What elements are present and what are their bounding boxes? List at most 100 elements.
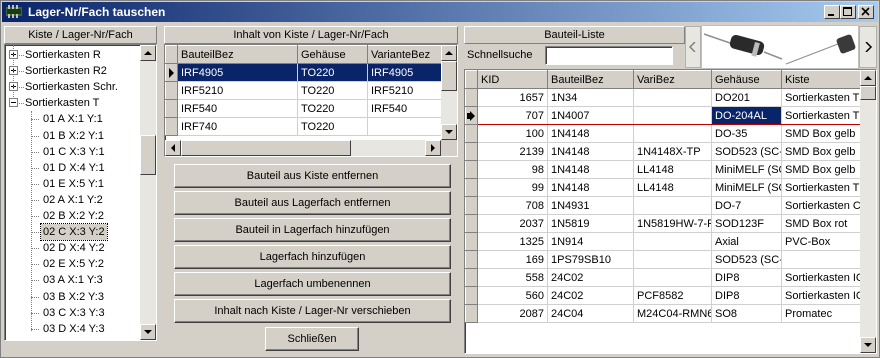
tree-node[interactable]: 03 D X:4 Y:3	[5, 321, 141, 337]
scroll-up-button[interactable]	[441, 45, 457, 61]
table-row[interactable]: 100 1N4148 DO-35 SMD Box gelb	[465, 124, 864, 143]
parts-grid[interactable]: KID BauteilBez VariBez Gehäuse Kiste 1657 1N34…	[464, 69, 877, 354]
table-row[interactable]: 1691PS79SB10 SOD523 (SC-79)	[465, 250, 864, 269]
quick-search-input[interactable]	[545, 46, 673, 65]
tree-node[interactable]: 03 C X:3 Y:3	[5, 305, 141, 321]
row-indicator[interactable]	[465, 124, 478, 143]
tree-node[interactable]: 01 A X:1 Y:1	[5, 111, 141, 127]
scroll-down-button[interactable]	[140, 324, 156, 340]
scroll-right-button[interactable]	[425, 140, 441, 156]
scroll-thumb[interactable]	[860, 86, 876, 100]
tree-node[interactable]: 01 C X:3 Y:1	[5, 144, 141, 160]
tree-vscroll[interactable]	[140, 45, 156, 340]
remove-from-box-button[interactable]: Bauteil aus Kiste entfernen	[174, 164, 451, 188]
column-header[interactable]: KID	[477, 70, 548, 89]
row-indicator[interactable]	[465, 268, 478, 287]
tree-node[interactable]: 01 B X:2 Y:1	[5, 128, 141, 144]
move-content-button[interactable]: Inhalt nach Kiste / Lager-Nr verschieben	[174, 299, 451, 323]
table-row[interactable]: 558 24C02 DIP8 Sortierkasten IC	[465, 268, 864, 287]
scroll-down-button[interactable]	[441, 124, 457, 140]
row-indicator[interactable]	[465, 178, 478, 197]
column-header[interactable]: VarianteBez	[367, 45, 442, 64]
scroll-up-button[interactable]	[860, 70, 876, 86]
tree-node[interactable]: 02 A X:1 Y:2	[5, 192, 141, 208]
tree-connector	[31, 151, 39, 153]
content-hscroll[interactable]	[165, 140, 441, 156]
collapse-icon[interactable]	[9, 98, 18, 108]
tree-node[interactable]: Sortierkasten T	[5, 95, 153, 111]
column-header[interactable]: BauteilBez	[547, 70, 634, 89]
row-indicator[interactable]	[465, 196, 478, 215]
image-prev-button[interactable]	[685, 26, 701, 68]
table-row[interactable]: IRF740 TO220	[165, 117, 442, 136]
tree-node[interactable]: 01 D X:4 Y:1	[5, 160, 141, 176]
tree-node[interactable]: Sortierkasten R2	[5, 63, 153, 79]
table-cell: 2139	[477, 142, 548, 161]
row-indicator[interactable]	[165, 117, 178, 136]
arrow-up-icon	[144, 51, 152, 55]
scroll-left-button[interactable]	[165, 140, 181, 156]
scroll-down-button[interactable]	[860, 337, 876, 353]
tree-node[interactable]: 02 C X:3 Y:2	[5, 223, 141, 242]
tree-node[interactable]: 01 E X:5 Y:1	[5, 176, 141, 192]
tree-node[interactable]: 02 D X:4 Y:2	[5, 240, 141, 256]
row-indicator[interactable]	[465, 232, 478, 251]
table-row[interactable]: 2037 1N5819 1N5819HW-7-F SOD123F SMD Box rot	[465, 214, 864, 233]
table-row[interactable]: 1657 1N34 DO201 Sortierkasten T	[465, 88, 864, 107]
tree-node[interactable]: Sortierkasten Schr.	[5, 79, 153, 95]
scroll-thumb[interactable]	[181, 140, 351, 156]
close-window-button[interactable]	[858, 5, 874, 19]
column-header[interactable]: BauteilBez	[177, 45, 298, 64]
scroll-thumb[interactable]	[441, 61, 457, 91]
table-row[interactable]: 708 1N4931 DO-7 Sortierkasten C	[465, 196, 864, 215]
row-indicator[interactable]	[465, 88, 478, 107]
add-bin-button[interactable]: Lagerfach hinzufügen	[174, 245, 451, 269]
table-row[interactable]: 21391N41481N4148X-TPSOD523 (SC-79)SMD Bo…	[465, 142, 864, 161]
row-indicator[interactable]	[465, 250, 478, 269]
table-row[interactable]: 2087 24C04 M24C04-RMN6 SO8 Promatec	[465, 304, 864, 323]
row-indicator[interactable]	[465, 160, 478, 179]
add-to-bin-button[interactable]: Bauteil in Lagerfach hinzufügen	[174, 218, 451, 242]
window-title: Lager-Nr/Fach tauschen	[28, 5, 166, 19]
column-header[interactable]: Kiste	[781, 70, 864, 89]
tree-node[interactable]: Sortierkasten R	[5, 47, 153, 63]
table-row[interactable]: 981N4148LL4148MiniMELF (SOD-80)SMD Box g…	[465, 160, 864, 179]
table-row[interactable]: IRF4905 TO220 IRF4905	[165, 63, 442, 82]
tree-node[interactable]: 03 B X:2 Y:3	[5, 289, 141, 305]
column-header[interactable]: Gehäuse	[297, 45, 368, 64]
scroll-thumb[interactable]	[140, 135, 156, 175]
row-indicator[interactable]	[465, 142, 478, 161]
location-tree[interactable]: Sortierkasten R Sortierkasten R2 Sortierka…	[4, 44, 157, 341]
rename-bin-button[interactable]: Lagerfach umbenennen	[174, 272, 451, 296]
row-indicator[interactable]	[165, 63, 178, 82]
tree-node[interactable]: 03 A X:1 Y:3	[5, 272, 141, 288]
row-indicator[interactable]	[465, 304, 478, 323]
arrow-down-icon	[864, 343, 872, 347]
table-row[interactable]: 707 1N4007 DO-204AL Sortierkasten T	[465, 106, 864, 125]
table-row[interactable]: 991N4148LL4148MiniMELF (SOD-80)Sortierka…	[465, 178, 864, 197]
content-grid[interactable]: BauteilBez Gehäuse VarianteBez IRF4905 TO220…	[164, 44, 458, 157]
tree-connector	[31, 199, 39, 201]
close-button[interactable]: Schließen	[265, 327, 359, 351]
column-header[interactable]: Gehäuse	[711, 70, 782, 89]
table-row[interactable]: IRF540 TO220 IRF540	[165, 99, 442, 118]
title-bar[interactable]: Lager-Nr/Fach tauschen	[2, 2, 878, 22]
maximize-button[interactable]	[840, 5, 856, 19]
table-row[interactable]: 560 24C02 PCF8582 DIP8 Sortierkasten IC	[465, 286, 864, 305]
row-indicator[interactable]	[165, 99, 178, 118]
tree-node[interactable]: 02 B X:2 Y:2	[5, 208, 141, 224]
scroll-up-button[interactable]	[140, 45, 156, 61]
row-indicator[interactable]	[465, 214, 478, 233]
table-row[interactable]: IRF5210 TO220 IRF5210	[165, 81, 442, 100]
tree-node[interactable]: 02 E X:5 Y:2	[5, 256, 141, 272]
minimize-button[interactable]	[824, 5, 840, 19]
image-next-button[interactable]	[859, 26, 877, 68]
remove-from-bin-button[interactable]: Bauteil aus Lagerfach entfernen	[174, 191, 451, 215]
parts-vscroll[interactable]	[860, 70, 876, 353]
row-indicator[interactable]	[165, 81, 178, 100]
row-indicator[interactable]	[465, 106, 478, 125]
row-indicator[interactable]	[465, 286, 478, 305]
column-header[interactable]: VariBez	[633, 70, 712, 89]
content-vscroll[interactable]	[441, 45, 457, 140]
table-row[interactable]: 1325 1N914 Axial PVC-Box	[465, 232, 864, 251]
